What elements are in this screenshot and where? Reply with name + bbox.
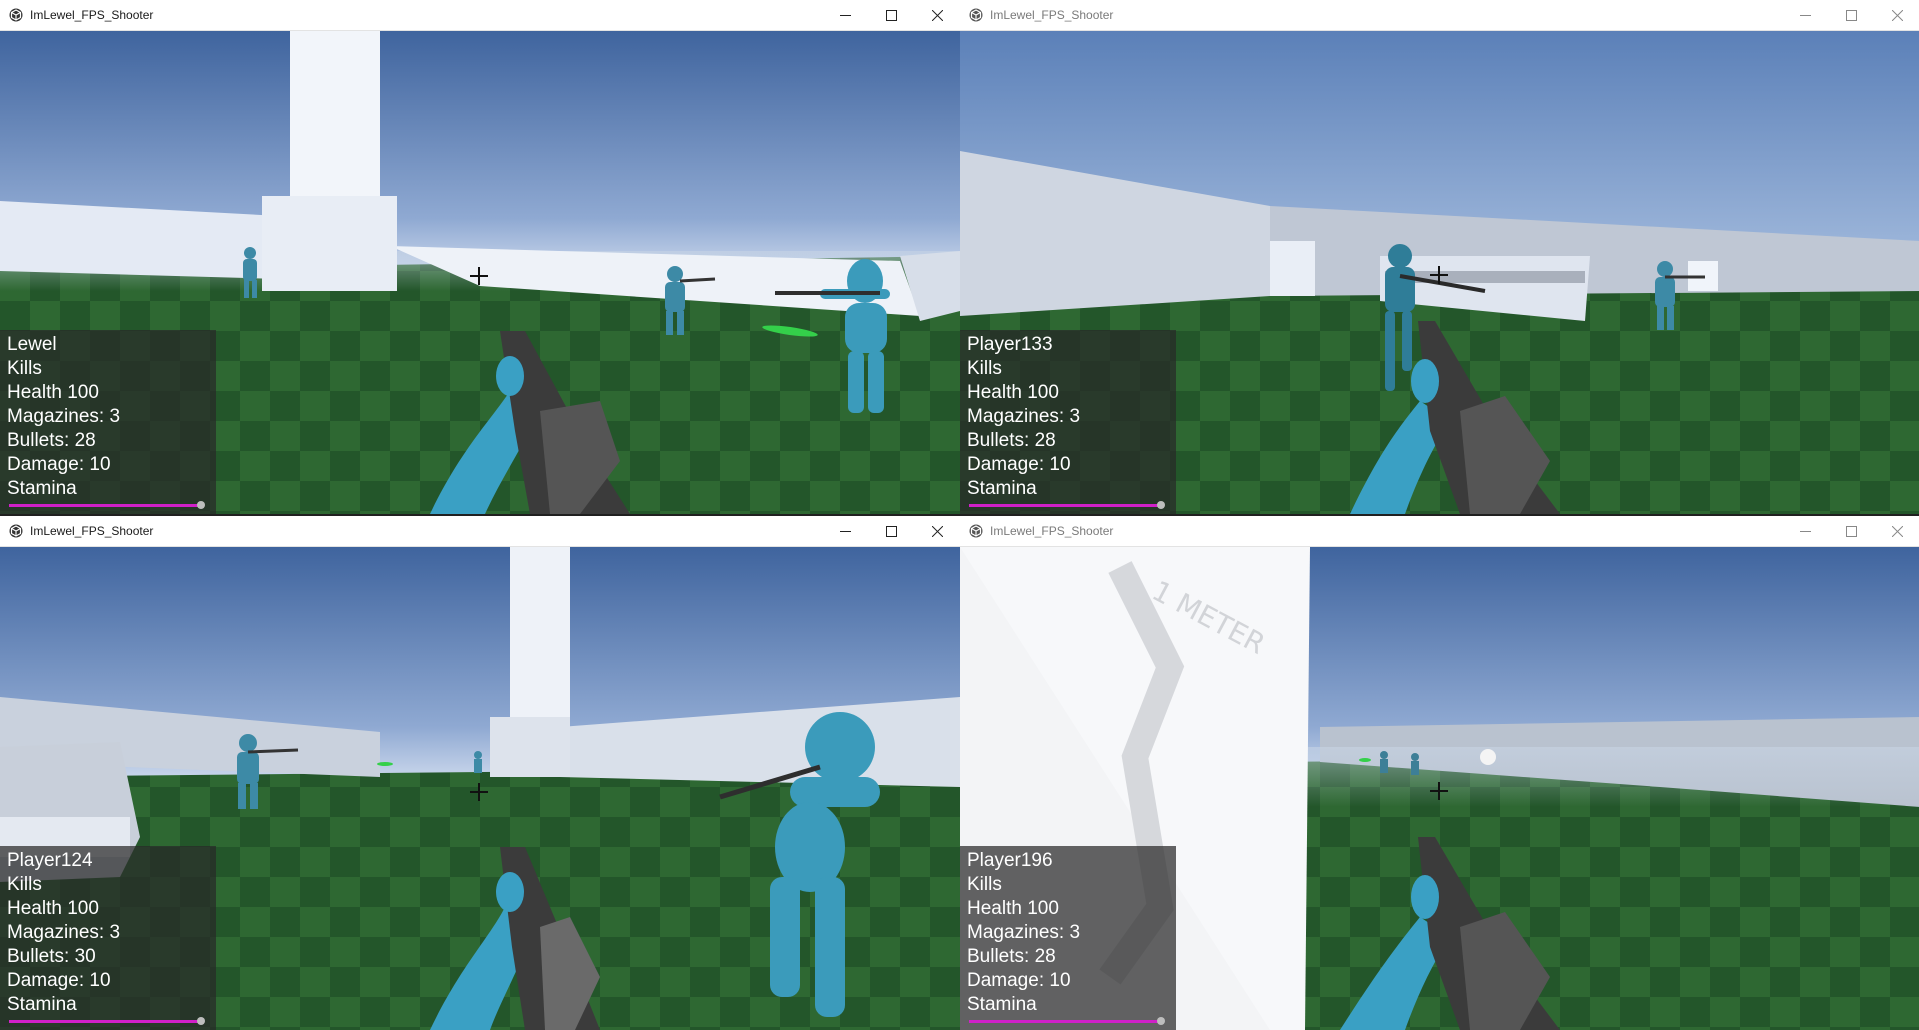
minimize-icon	[1800, 15, 1811, 16]
minimize-button[interactable]	[822, 516, 868, 547]
crosshair	[470, 783, 488, 801]
window-title: ImLewel_FPS_Shooter	[30, 8, 154, 22]
stamina-handle	[197, 501, 205, 509]
magazines-label: Magazines: 3	[967, 406, 1081, 427]
unity-icon	[969, 524, 983, 538]
bullets-label: Bullets: 28	[7, 430, 96, 451]
maximize-button[interactable]	[1828, 0, 1874, 31]
player-name: Player196	[967, 850, 1053, 871]
close-button[interactable]	[914, 0, 960, 31]
damage-label: Damage: 10	[7, 454, 111, 475]
window-title: ImLewel_FPS_Shooter	[990, 524, 1114, 538]
damage-label: Damage: 10	[7, 970, 111, 991]
close-icon	[1892, 526, 1903, 537]
bullets-label: Bullets: 30	[7, 946, 96, 967]
maximize-icon	[886, 526, 897, 537]
maximize-button[interactable]	[1828, 516, 1874, 547]
minimize-button[interactable]	[1782, 516, 1828, 547]
title-bar[interactable]: ImLewel_FPS_Shooter	[960, 516, 1919, 547]
close-icon	[1892, 10, 1903, 21]
maximize-button[interactable]	[868, 0, 914, 31]
bullets-label: Bullets: 28	[967, 430, 1056, 451]
stamina-label: Stamina	[7, 994, 77, 1015]
health-label: Health 100	[967, 898, 1059, 919]
stamina-label: Stamina	[7, 478, 77, 499]
health-label: Health 100	[7, 382, 99, 403]
close-button[interactable]	[1874, 0, 1919, 31]
player-name: Player133	[967, 334, 1053, 355]
stamina-fill	[9, 504, 203, 507]
stamina-bar	[969, 1020, 1163, 1023]
minimize-icon	[840, 15, 851, 16]
window-title: ImLewel_FPS_Shooter	[990, 8, 1114, 22]
game-window-3[interactable]: ImLewel_FPS_Shooter Player124 Kills Heal…	[0, 516, 960, 1030]
magazines-label: Magazines: 3	[967, 922, 1081, 943]
maximize-icon	[886, 10, 897, 21]
game-window-2[interactable]: ImLewel_FPS_Shooter Player133 Kills Heal…	[960, 0, 1919, 514]
maximize-icon	[1846, 10, 1857, 21]
stamina-handle	[197, 1017, 205, 1025]
kills-label: Kills	[967, 358, 1002, 379]
game-viewport[interactable]: Player133 Kills Health 100 Magazines: 3 …	[960, 31, 1919, 514]
window-title: ImLewel_FPS_Shooter	[30, 524, 154, 538]
stamina-bar	[969, 504, 1163, 507]
game-viewport[interactable]: 1 METER Player196 Kills Health 100 Magaz…	[960, 547, 1919, 1030]
game-viewport[interactable]: Player124 Kills Health 100 Magazines: 3 …	[0, 547, 960, 1030]
unity-icon	[969, 8, 983, 22]
player-name: Lewel	[7, 334, 57, 355]
player-name: Player124	[7, 850, 93, 871]
magazines-label: Magazines: 3	[7, 922, 121, 943]
title-bar[interactable]: ImLewel_FPS_Shooter	[0, 516, 960, 547]
crosshair	[1430, 782, 1448, 800]
close-icon	[932, 10, 943, 21]
title-bar[interactable]: ImLewel_FPS_Shooter	[0, 0, 960, 31]
stamina-label: Stamina	[967, 994, 1037, 1015]
stamina-fill	[969, 1020, 1163, 1023]
damage-label: Damage: 10	[967, 970, 1071, 991]
unity-icon	[9, 524, 23, 538]
stamina-fill	[9, 1020, 203, 1023]
stamina-handle	[1157, 501, 1165, 509]
stamina-handle	[1157, 1017, 1165, 1025]
minimize-button[interactable]	[1782, 0, 1828, 31]
close-icon	[932, 526, 943, 537]
title-bar[interactable]: ImLewel_FPS_Shooter	[960, 0, 1919, 31]
kills-label: Kills	[7, 358, 42, 379]
stamina-bar	[9, 1020, 203, 1023]
player-hud: Player196 Kills Health 100 Magazines: 3 …	[960, 846, 1176, 1030]
game-viewport[interactable]: Lewel Kills Health 100 Magazines: 3 Bull…	[0, 31, 960, 514]
health-label: Health 100	[967, 382, 1059, 403]
bullets-label: Bullets: 28	[967, 946, 1056, 967]
unity-icon	[9, 8, 23, 22]
kills-label: Kills	[7, 874, 42, 895]
health-label: Health 100	[7, 898, 99, 919]
close-button[interactable]	[914, 516, 960, 547]
player-hud: Player124 Kills Health 100 Magazines: 3 …	[0, 846, 216, 1030]
stamina-fill	[969, 504, 1163, 507]
player-hud: Lewel Kills Health 100 Magazines: 3 Bull…	[0, 330, 216, 514]
crosshair	[470, 267, 488, 285]
minimize-icon	[1800, 531, 1811, 532]
game-window-4[interactable]: ImLewel_FPS_Shooter 1 METER Player196 Ki…	[960, 516, 1919, 1030]
close-button[interactable]	[1874, 516, 1919, 547]
player-hud: Player133 Kills Health 100 Magazines: 3 …	[960, 330, 1176, 514]
kills-label: Kills	[967, 874, 1002, 895]
magazines-label: Magazines: 3	[7, 406, 121, 427]
minimize-icon	[840, 531, 851, 532]
maximize-button[interactable]	[868, 516, 914, 547]
minimize-button[interactable]	[822, 0, 868, 31]
crosshair	[1430, 266, 1448, 284]
stamina-label: Stamina	[967, 478, 1037, 499]
stamina-bar	[9, 504, 203, 507]
maximize-icon	[1846, 526, 1857, 537]
damage-label: Damage: 10	[967, 454, 1071, 475]
game-window-1[interactable]: ImLewel_FPS_Shooter Lewel Kills Health 1…	[0, 0, 960, 514]
